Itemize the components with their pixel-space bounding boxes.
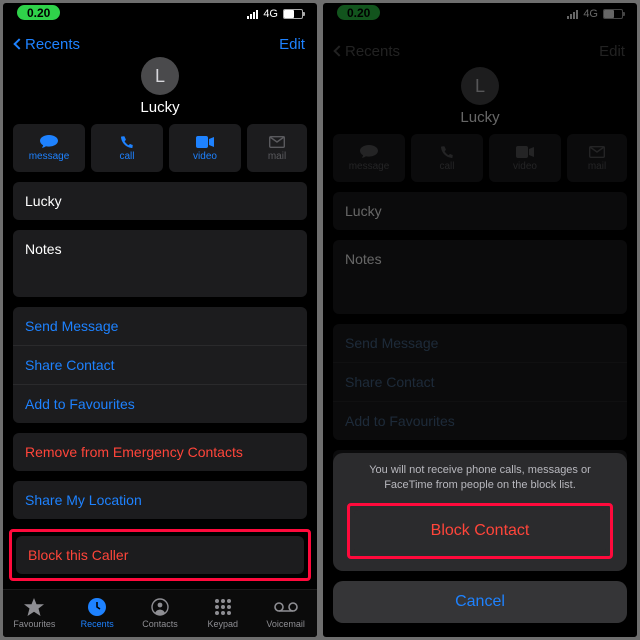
keypad-icon [214,597,232,617]
mail-button[interactable]: mail [247,124,307,172]
status-bar: 0.20 4G [323,3,637,31]
action-sheet: You will not receive phone calls, messag… [323,445,637,637]
battery-icon [283,9,303,19]
contact-header: L Lucky [323,67,637,126]
edit-button[interactable]: Edit [279,36,305,53]
actions-group-1: Send Message Share Contact Add to Favour… [13,307,307,423]
remove-emergency-row[interactable]: Remove from Emergency Contacts [13,433,307,471]
message-button[interactable]: message [13,124,85,172]
network-label: 4G [263,8,278,20]
add-favourites-row: Add to Favourites [333,402,627,440]
mail-button: mail [567,134,627,182]
message-icon [40,135,58,149]
tab-contacts[interactable]: Contacts [131,597,189,629]
notes-cell: Notes [333,240,627,314]
mail-icon [588,145,606,159]
call-label: call [439,161,454,172]
tab-label: Keypad [208,619,239,629]
actions-group-1: Send Message Share Contact Add to Favour… [333,324,627,440]
phone-icon [438,145,456,159]
network-label: 4G [583,8,598,20]
video-icon [196,135,214,149]
name-cell: Lucky [333,192,627,230]
signal-icon [247,9,258,19]
battery-icon [603,9,623,19]
share-location-group: Share My Location [13,481,307,519]
action-sheet-message: You will not receive phone calls, messag… [347,463,613,493]
message-button: message [333,134,405,182]
call-label: call [119,151,134,162]
mail-label: mail [268,151,286,162]
contact-screen-left: 0.20 4G Recents Edit L Lucky message [3,3,317,637]
tab-favourites[interactable]: Favourites [5,597,63,629]
back-label: Recents [345,43,400,60]
send-message-row: Send Message [333,324,627,363]
message-icon [360,145,378,159]
block-caller-row[interactable]: Block this Caller [16,536,304,574]
status-time: 0.20 [337,5,380,20]
tab-bar: Favourites Recents Contacts Keypad Voice… [3,589,317,637]
contact-name: Lucky [460,109,499,126]
name-cell[interactable]: Lucky [13,182,307,220]
block-contact-button[interactable]: Block Contact [354,510,606,552]
add-favourites-row[interactable]: Add to Favourites [13,385,307,423]
mail-icon [268,135,286,149]
contact-name: Lucky [140,99,179,116]
call-button[interactable]: call [91,124,163,172]
highlight-block-caller: Block this Caller [9,529,311,581]
tab-label: Favourites [13,619,55,629]
share-contact-row: Share Contact [333,363,627,402]
tab-voicemail[interactable]: Voicemail [257,597,315,629]
video-icon [516,145,534,159]
voicemail-icon [274,597,298,617]
chevron-left-icon [333,45,344,56]
highlight-block-contact: Block Contact [347,503,613,559]
back-label: Recents [25,36,80,53]
action-sheet-card: You will not receive phone calls, messag… [333,453,627,571]
back-button[interactable]: Recents [15,36,80,53]
avatar: L [461,67,499,105]
tab-recents[interactable]: Recents [68,597,126,629]
tab-label: Voicemail [266,619,305,629]
nav-bar: Recents Edit [3,27,317,61]
back-button: Recents [335,43,400,60]
status-bar: 0.20 4G [3,3,317,27]
status-right: 4G [247,8,303,20]
send-message-row[interactable]: Send Message [13,307,307,346]
message-label: message [29,151,70,162]
mail-label: mail [588,161,606,172]
video-label: video [513,161,537,172]
video-button[interactable]: video [169,124,241,172]
avatar: L [141,57,179,95]
quick-actions: message call video mail [323,134,637,192]
tab-label: Contacts [142,619,178,629]
chevron-left-icon [13,38,24,49]
quick-actions: message call video mail [3,124,317,182]
contact-screen-right: 0.20 4G Recents Edit L Lucky message [323,3,637,637]
notes-cell[interactable]: Notes [13,230,307,297]
tab-label: Recents [81,619,114,629]
status-time: 0.20 [17,5,60,20]
share-location-row[interactable]: Share My Location [13,481,307,519]
emergency-group: Remove from Emergency Contacts [13,433,307,471]
edit-button: Edit [599,43,625,60]
call-button: call [411,134,483,182]
video-label: video [193,151,217,162]
contact-header: L Lucky [3,57,317,116]
cancel-button[interactable]: Cancel [333,581,627,623]
status-right: 4G [567,8,623,20]
person-icon [151,597,169,617]
share-contact-row[interactable]: Share Contact [13,346,307,385]
block-caller-group: Block this Caller [16,536,304,574]
video-button: video [489,134,561,182]
clock-icon [88,597,106,617]
tab-keypad[interactable]: Keypad [194,597,252,629]
phone-icon [118,135,136,149]
nav-bar: Recents Edit [323,31,637,71]
message-label: message [349,161,390,172]
star-icon [24,597,44,617]
signal-icon [567,9,578,19]
